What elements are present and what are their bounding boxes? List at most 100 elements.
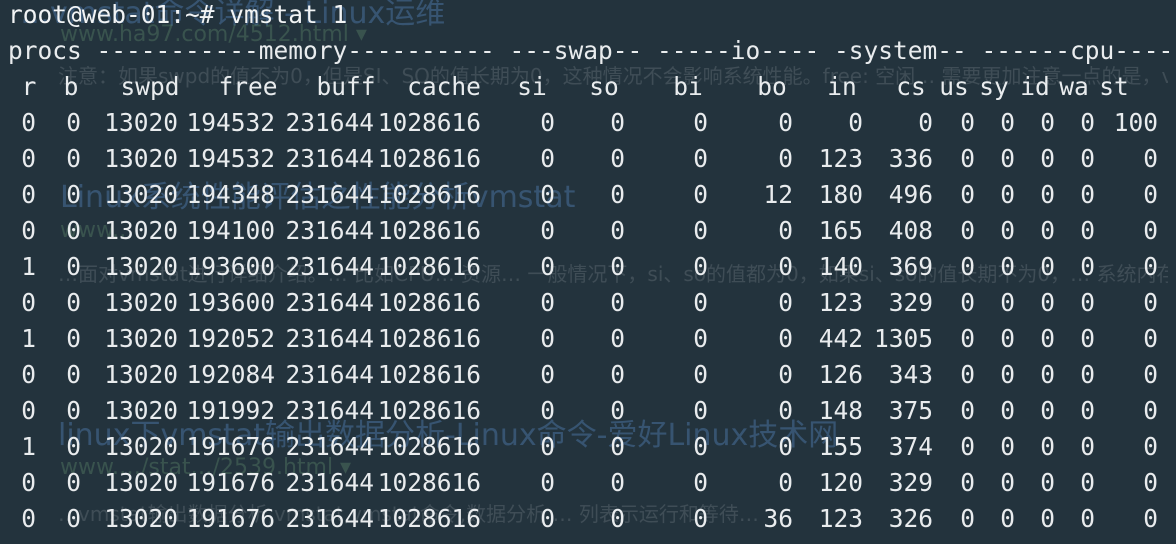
- cell-r: 0: [21, 468, 36, 497]
- cell-si: 0: [540, 144, 555, 173]
- cell-sy: 0: [1000, 108, 1015, 137]
- cell-bo: 0: [778, 324, 793, 353]
- cell-swpd: 13020: [104, 360, 178, 389]
- cell-b: 0: [66, 180, 81, 209]
- cell-b: 0: [66, 288, 81, 317]
- cell-sy: 0: [1000, 288, 1015, 317]
- cell-bi: 0: [693, 108, 708, 137]
- cell-st: 0: [1143, 288, 1158, 317]
- cell-buff: 231644: [285, 396, 374, 425]
- cell-cs: 326: [888, 504, 933, 533]
- cell-so: 0: [610, 216, 625, 245]
- cell-us: 0: [960, 144, 975, 173]
- column-header-st: st: [1099, 72, 1129, 101]
- cell-so: 0: [610, 432, 625, 461]
- cell-si: 0: [540, 252, 555, 281]
- cell-cache: 1028616: [377, 504, 481, 533]
- cell-free: 191676: [186, 504, 275, 533]
- cell-free: 191992: [186, 396, 275, 425]
- cell-so: 0: [610, 288, 625, 317]
- terminal-output[interactable]: root@web-01:~# vmstat 1 procs ----------…: [8, 0, 1176, 544]
- table-row: 0 0 13020 194532 231644 1028616 0 0 0 0 0 0 0 0 0 0 100: [8, 105, 1176, 141]
- cell-sy: 0: [1000, 144, 1015, 173]
- cell-r: 0: [21, 396, 36, 425]
- cell-bo: 36: [763, 504, 793, 533]
- column-header-so: so: [589, 72, 619, 101]
- cell-cs: 343: [888, 360, 933, 389]
- cell-b: 0: [66, 324, 81, 353]
- cell-cache: 1028616: [377, 144, 481, 173]
- cell-id: 0: [1040, 360, 1055, 389]
- cell-bi: 0: [693, 468, 708, 497]
- cell-id: 0: [1040, 180, 1055, 209]
- cell-bo: 0: [778, 144, 793, 173]
- cell-free: 192052: [186, 324, 275, 353]
- cell-bi: 0: [693, 144, 708, 173]
- cell-swpd: 13020: [104, 288, 178, 317]
- cell-bo: 0: [778, 468, 793, 497]
- group-header: procs -----------memory---------- ---swa…: [8, 36, 1176, 65]
- cell-buff: 231644: [285, 468, 374, 497]
- cell-sy: 0: [1000, 504, 1015, 533]
- cell-swpd: 13020: [104, 252, 178, 281]
- cell-free: 192084: [186, 360, 275, 389]
- cell-si: 0: [540, 432, 555, 461]
- cell-cs: 408: [888, 216, 933, 245]
- cell-bo: 0: [778, 396, 793, 425]
- table-row: 0 0 13020 193600 231644 1028616 0 0 0 0 123 329 0 0 0 0…: [8, 285, 1176, 321]
- cell-swpd: 13020: [104, 180, 178, 209]
- cell-bi: 0: [693, 252, 708, 281]
- cell-st: 0: [1143, 432, 1158, 461]
- cell-bi: 0: [693, 216, 708, 245]
- cell-bi: 0: [693, 396, 708, 425]
- cell-bi: 0: [693, 432, 708, 461]
- cell-si: 0: [540, 324, 555, 353]
- cell-sy: 0: [1000, 396, 1015, 425]
- cell-bo: 0: [778, 108, 793, 137]
- cell-r: 0: [21, 360, 36, 389]
- cell-sy: 0: [1000, 468, 1015, 497]
- column-header-buff: buff: [316, 72, 376, 101]
- cell-r: 0: [21, 216, 36, 245]
- cell-cache: 1028616: [377, 432, 481, 461]
- cell-wa: 0: [1080, 360, 1095, 389]
- cell-free: 194532: [186, 144, 275, 173]
- cell-so: 0: [610, 180, 625, 209]
- cell-swpd: 13020: [104, 144, 178, 173]
- cell-us: 0: [960, 504, 975, 533]
- cell-si: 0: [540, 288, 555, 317]
- cell-cs: 336: [888, 144, 933, 173]
- cell-id: 0: [1040, 324, 1055, 353]
- column-header-b: b: [63, 72, 79, 101]
- cell-b: 0: [66, 216, 81, 245]
- cell-buff: 231644: [285, 108, 374, 137]
- cell-wa: 0: [1080, 324, 1095, 353]
- cell-st: 0: [1143, 324, 1158, 353]
- cell-bi: 0: [693, 180, 708, 209]
- cell-free: 191676: [186, 468, 275, 497]
- cell-swpd: 13020: [104, 108, 178, 137]
- table-row: 1 0 13020 192052 231644 1028616 0 0 0 0 442 1305 0 0 0…: [8, 321, 1176, 357]
- cell-b: 0: [66, 108, 81, 137]
- cell-buff: 231644: [285, 180, 374, 209]
- cell-cache: 1028616: [377, 360, 481, 389]
- cell-bi: 0: [693, 360, 708, 389]
- cell-us: 0: [960, 108, 975, 137]
- cell-r: 0: [21, 144, 36, 173]
- table-row: 0 0 13020 194348 231644 1028616 0 0 0 12 180 496 0 0 0…: [8, 177, 1176, 213]
- cell-cache: 1028616: [377, 216, 481, 245]
- cell-cache: 1028616: [377, 252, 481, 281]
- cell-so: 0: [610, 504, 625, 533]
- cell-si: 0: [540, 108, 555, 137]
- cell-id: 0: [1040, 504, 1055, 533]
- terminal-window[interactable]: …vmstat命令详解 - Linux运维 www.ha97.com/4512.…: [0, 0, 1176, 544]
- cell-free: 194348: [186, 180, 275, 209]
- table-row: 1 0 13020 191676 231644 1028616 0 0 0 0 155 374 0 0 0 0…: [8, 429, 1176, 465]
- table-row: 0 0 13020 192084 231644 1028616 0 0 0 0 126 343 0 0 0 0…: [8, 357, 1176, 393]
- cell-so: 0: [610, 360, 625, 389]
- cell-si: 0: [540, 468, 555, 497]
- cell-wa: 0: [1080, 108, 1095, 137]
- cell-buff: 231644: [285, 504, 374, 533]
- cell-buff: 231644: [285, 216, 374, 245]
- column-header-swpd: swpd: [120, 72, 180, 101]
